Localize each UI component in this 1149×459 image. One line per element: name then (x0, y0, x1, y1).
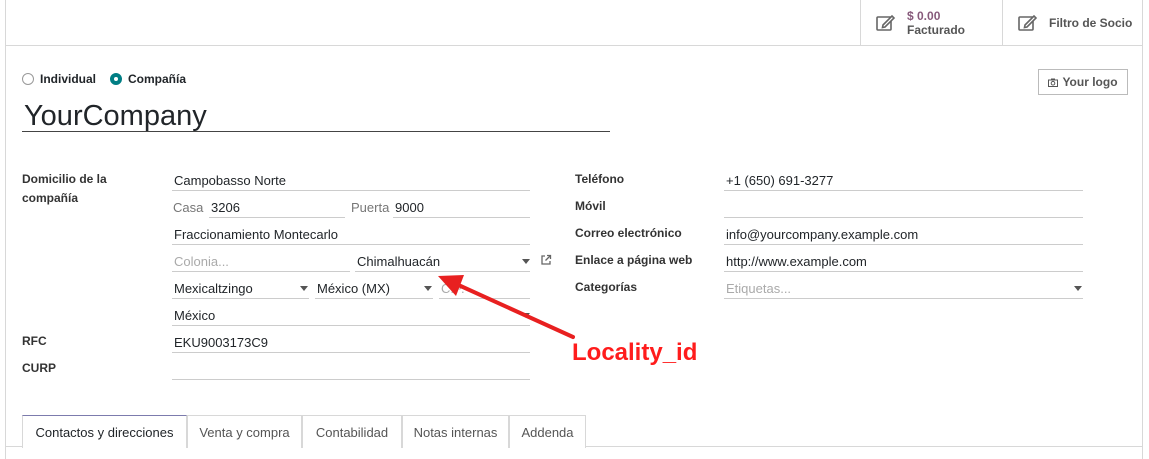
tab-addenda[interactable]: Addenda (509, 415, 586, 448)
annotation-label: Locality_id (572, 339, 698, 366)
annotation-arrow (438, 275, 575, 339)
tab-contacts[interactable]: Contactos y direcciones (22, 415, 187, 448)
form-sheet: $ 0.00 Facturado Filtro de Socio Individ… (5, 0, 1143, 459)
tab-sales-purchase[interactable]: Venta y compra (187, 415, 302, 448)
notebook-tabs: Contactos y direcciones Venta y compra C… (6, 415, 1142, 448)
tab-internal-notes[interactable]: Notas internas (402, 415, 509, 448)
tab-accounting[interactable]: Contabilidad (302, 415, 402, 448)
